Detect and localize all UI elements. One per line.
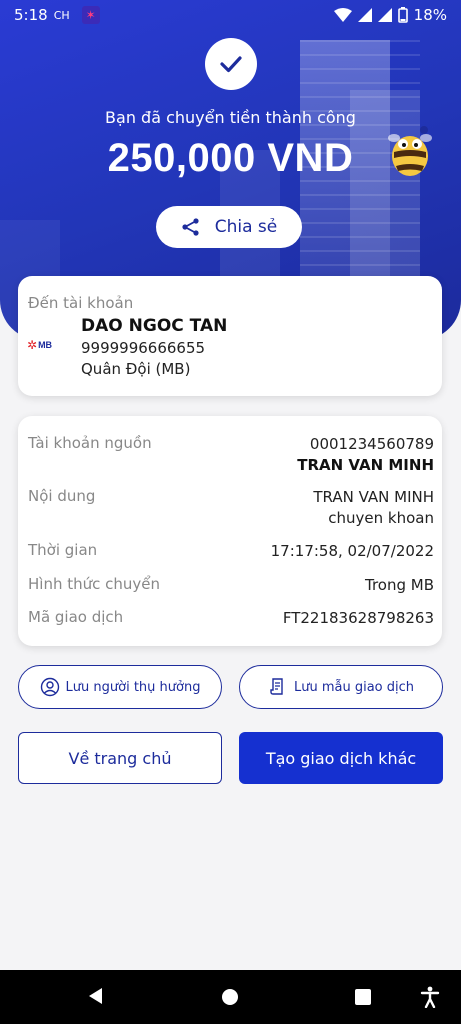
save-template-button[interactable]: Lưu mẫu giao dịch [239,665,443,709]
method-label: Hình thức chuyển [28,575,161,593]
app-notification-icon: ✶ [81,6,100,24]
success-message: Bạn đã chuyển tiền thành công [105,108,356,127]
mb-logo-text: MB [38,340,53,350]
content-label: Nội dung [28,487,96,505]
transaction-id-label: Mã giao dịch [28,608,124,626]
recipient-label: Đến tài khoản [28,294,134,312]
recipient-account-number: 9999996666655 [81,339,206,357]
new-transaction-button[interactable]: Tạo giao dịch khác [239,732,443,784]
status-time: 5:18 [14,6,48,24]
save-beneficiary-label: Lưu người thụ hưởng [65,679,201,695]
save-beneficiary-button[interactable]: Lưu người thụ hưởng [18,665,222,709]
share-button[interactable]: Chia sẻ [156,206,302,248]
signal-icon [357,8,372,22]
source-account-name: TRAN VAN MINH [297,456,434,474]
status-ampm: CH [53,8,70,22]
back-icon[interactable] [86,986,106,1006]
document-icon [270,678,283,695]
detail-row-time: Thời gian 17:17:58, 02/07/2022 [28,541,434,562]
method-value: Trong MB [364,576,434,594]
home-button[interactable]: Về trang chủ [18,732,222,784]
transfer-amount: 250,000 VND [107,136,354,180]
recents-icon[interactable] [354,988,372,1006]
signal-icon-2 [377,8,392,22]
mb-star-icon: ✲ [27,338,38,352]
success-check-icon [205,38,257,90]
transaction-id-value: FT22183628798263 [282,609,434,627]
transaction-details-card: Tài khoản nguồn 0001234560789 TRAN VAN M… [18,416,442,646]
accessibility-icon[interactable] [420,986,440,1008]
detail-row-transaction-id: Mã giao dịch FT22183628798263 [28,608,434,629]
battery-icon [397,7,408,23]
share-label: Chia sẻ [214,217,278,237]
home-nav-icon[interactable] [220,987,240,1007]
mb-bank-logo: ✲ MB [27,338,52,352]
user-icon [40,677,59,697]
content-line1: TRAN VAN MINH [313,488,434,506]
wifi-icon [333,8,352,22]
battery-percent: 18% [413,6,447,24]
recipient-bank: Quân Đội (MB) [81,360,191,378]
recipient-name: DAO NGOC TAN [81,316,228,336]
content-line2: chuyen khoan [328,509,434,527]
detail-row-source: Tài khoản nguồn 0001234560789 TRAN VAN M… [28,434,434,476]
time-value: 17:17:58, 02/07/2022 [270,542,434,560]
detail-row-content: Nội dung TRAN VAN MINH chuyen khoan [28,487,434,529]
save-template-label: Lưu mẫu giao dịch [293,679,415,695]
time-label: Thời gian [28,541,98,559]
navigation-bar [0,970,461,1024]
recipient-card: Đến tài khoản ✲ MB DAO NGOC TAN 99999966… [18,276,442,396]
source-account-number: 0001234560789 [309,435,434,453]
source-account-label: Tài khoản nguồn [28,434,152,452]
share-icon [182,218,199,236]
detail-row-method: Hình thức chuyển Trong MB [28,575,434,596]
status-bar: 5:18 CH ✶ 18% [0,0,461,30]
